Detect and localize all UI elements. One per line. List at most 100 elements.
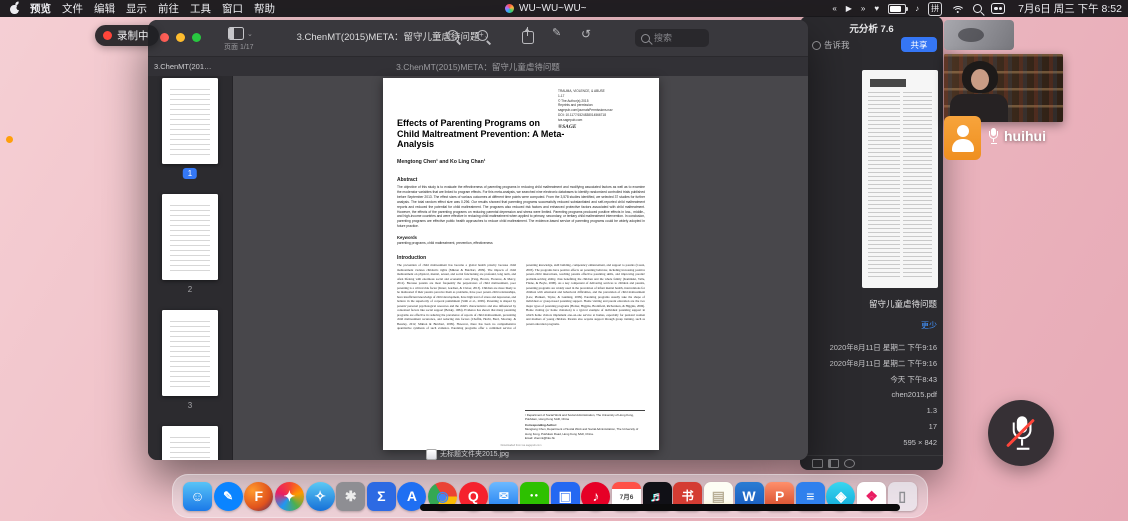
metadata-date-created: 2020年8月11日 星期二 下午9:16: [806, 342, 937, 353]
view-gallery-icon[interactable]: [844, 459, 855, 468]
sage-logo: ®SAGE: [558, 124, 576, 130]
keywords-text: parenting programs, child maltreatment, …: [397, 241, 645, 245]
video-tile-secondary[interactable]: [944, 20, 1014, 50]
page-thumbnail-3[interactable]: [162, 310, 218, 396]
view-list-icon[interactable]: [812, 459, 823, 468]
thumbnail-sidebar: 1 2 3: [148, 76, 233, 460]
menu-window[interactable]: 窗口: [222, 1, 243, 16]
participant-avatar-tile[interactable]: [944, 116, 981, 160]
recording-dot-icon: [103, 31, 112, 40]
menu-bar: 预览 文件 编辑 显示 前往 工具 窗口 帮助 WU~WU~WU~ « ▶ » …: [0, 0, 1128, 17]
window-title: 3.ChenMT(2015)META：留守儿童虐待问题 ⌄: [278, 29, 508, 43]
dock-colorful-app-icon[interactable]: ✦: [275, 482, 304, 511]
minimize-button[interactable]: [176, 33, 185, 42]
sidebar-document-label: 3.ChenMT(201…: [154, 62, 212, 71]
apple-logo-icon: [10, 3, 19, 14]
page-footer: Downloaded from tva.sagepub.com: [383, 444, 659, 447]
search-icon: [641, 34, 650, 43]
menu-bar-clock[interactable]: 7月6日 周三 下午 8:52: [1018, 1, 1122, 16]
metadata-page-count: 17: [806, 422, 937, 431]
media-previous-icon[interactable]: «: [832, 4, 836, 13]
dock-markup-icon[interactable]: ✎: [214, 482, 243, 511]
recording-label: 录制中: [117, 28, 149, 43]
menu-file[interactable]: 文件: [62, 1, 83, 16]
file-icon: [426, 449, 437, 460]
share-button[interactable]: [522, 28, 534, 44]
email-text: Email: chenmt@hku.hk: [525, 436, 645, 440]
media-next-icon[interactable]: »: [861, 4, 865, 13]
paper-title: Effects of Parenting Programs on Child M…: [397, 118, 565, 150]
maximize-button[interactable]: [192, 33, 201, 42]
introduction-heading: Introduction: [397, 255, 645, 261]
person-face: [971, 69, 989, 90]
webcam-video[interactable]: [944, 54, 1063, 122]
heart-icon[interactable]: ♥: [874, 4, 879, 13]
participant-name: huihui: [1004, 128, 1046, 144]
volume-icon[interactable]: ♪: [915, 4, 919, 13]
info-icon: [812, 41, 821, 50]
search-input[interactable]: [654, 33, 696, 43]
spotlight-search-icon[interactable]: [973, 4, 982, 13]
markup-button[interactable]: ✎: [552, 28, 561, 39]
journal-line: tva.sagepub.com: [558, 118, 646, 123]
file-preview-thumbnail[interactable]: [862, 70, 938, 288]
preview-titlebar: ⌄ 页面 1/17 3.ChenMT(2015)META：留守儿童虐待问题 ⌄ …: [148, 20, 808, 56]
desktop-marker-dot: [6, 136, 13, 143]
paper-authors: Mengtong Chen¹ and Ko Ling Chan¹: [397, 159, 645, 165]
corresponding-text: Mengtong Chen, Department of Social Work…: [525, 427, 645, 435]
document-header: 3.ChenMT(201… 3.ChenMT(2015)META：留守儿童虐待问…: [148, 56, 808, 78]
zoom-in-button[interactable]: [477, 30, 492, 45]
footnote-block: ¹ Department of Social Work and Social A…: [525, 410, 645, 440]
dock-settings-icon[interactable]: ✱: [336, 482, 365, 511]
media-play-icon[interactable]: ▶: [846, 4, 852, 13]
share-button[interactable]: 共享: [901, 37, 937, 52]
introduction-text: The prevention of child maltreatment has…: [397, 263, 645, 413]
metadata-version: 1.3: [806, 406, 937, 415]
sidebar-toggle-button[interactable]: ⌄: [228, 27, 253, 40]
progress-bar: [420, 504, 900, 511]
sidebar-icon: [228, 27, 244, 40]
journal-info-block: TRAUMA, VIOLENCE, & ABUSE 1-17 © The Aut…: [558, 89, 646, 131]
tell-me-button[interactable]: 告诉我: [812, 39, 850, 51]
zoom-out-button[interactable]: [447, 30, 462, 45]
rotate-button[interactable]: ↺: [581, 28, 591, 40]
now-playing-widget[interactable]: WU~WU~WU~: [505, 0, 587, 17]
mute-button[interactable]: [988, 400, 1054, 466]
menu-tools[interactable]: 工具: [190, 1, 211, 16]
page-number-3: 3: [188, 400, 192, 411]
page-thumbnail-2[interactable]: [162, 194, 218, 280]
dock-safari-icon[interactable]: ✧: [306, 482, 335, 511]
control-center-icon[interactable]: [991, 3, 1005, 14]
apple-menu[interactable]: [10, 3, 19, 14]
file-chip[interactable]: 无标题文件夹2015.jpg: [426, 448, 509, 460]
abstract-heading: Abstract: [397, 177, 645, 183]
metadata-filename: chen2015.pdf: [806, 390, 937, 399]
input-method-icon[interactable]: 拼: [928, 2, 942, 16]
metadata-dimensions: 595 × 842: [806, 438, 937, 447]
wifi-icon[interactable]: [951, 4, 964, 13]
dock-dictionary-icon[interactable]: Σ: [367, 482, 396, 511]
menu-help[interactable]: 帮助: [254, 1, 275, 16]
show-less-link[interactable]: 更少: [921, 320, 937, 331]
menu-bar-status: « ▶ » ♥ ♪ 拼 7月6日 周三 下午 8:52: [832, 0, 1122, 17]
preview-window: ⌄ 页面 1/17 3.ChenMT(2015)META：留守儿童虐待问题 ⌄ …: [148, 20, 808, 460]
page-number-1: 1: [183, 168, 197, 179]
screen-recording-indicator[interactable]: 录制中: [95, 25, 159, 46]
finder-window: 元分析 7.6 告诉我 共享 留守儿童虐待问题 更少 2020年8月11日 星期…: [800, 16, 943, 470]
metadata-last-opened: 今天 下午8:43: [806, 374, 937, 385]
menu-go[interactable]: 前往: [158, 1, 179, 16]
document-area: TRAUMA, VIOLENCE, & ABUSE 1-17 © The Aut…: [233, 76, 808, 460]
menu-view[interactable]: 显示: [126, 1, 147, 16]
tell-me-label: 告诉我: [824, 39, 850, 51]
menu-edit[interactable]: 编辑: [94, 1, 115, 16]
dock: ☺ ✎ F ✦ ✧ ✱ Σ A ◉ Q ✉ ●● ▣ ♪ 7月6 ♬ 书 ▤ W…: [172, 474, 928, 518]
menu-app-preview[interactable]: 预览: [30, 1, 51, 16]
close-button[interactable]: [160, 33, 169, 42]
dock-firefox-icon[interactable]: F: [244, 482, 273, 511]
view-columns-icon[interactable]: [828, 459, 839, 468]
page-thumbnail-1[interactable]: [162, 78, 218, 164]
search-field[interactable]: [635, 29, 709, 47]
page-thumbnail-4[interactable]: [162, 426, 218, 460]
file-title: 留守儿童虐待问题: [869, 298, 937, 310]
dock-finder-icon[interactable]: ☺: [183, 482, 212, 511]
